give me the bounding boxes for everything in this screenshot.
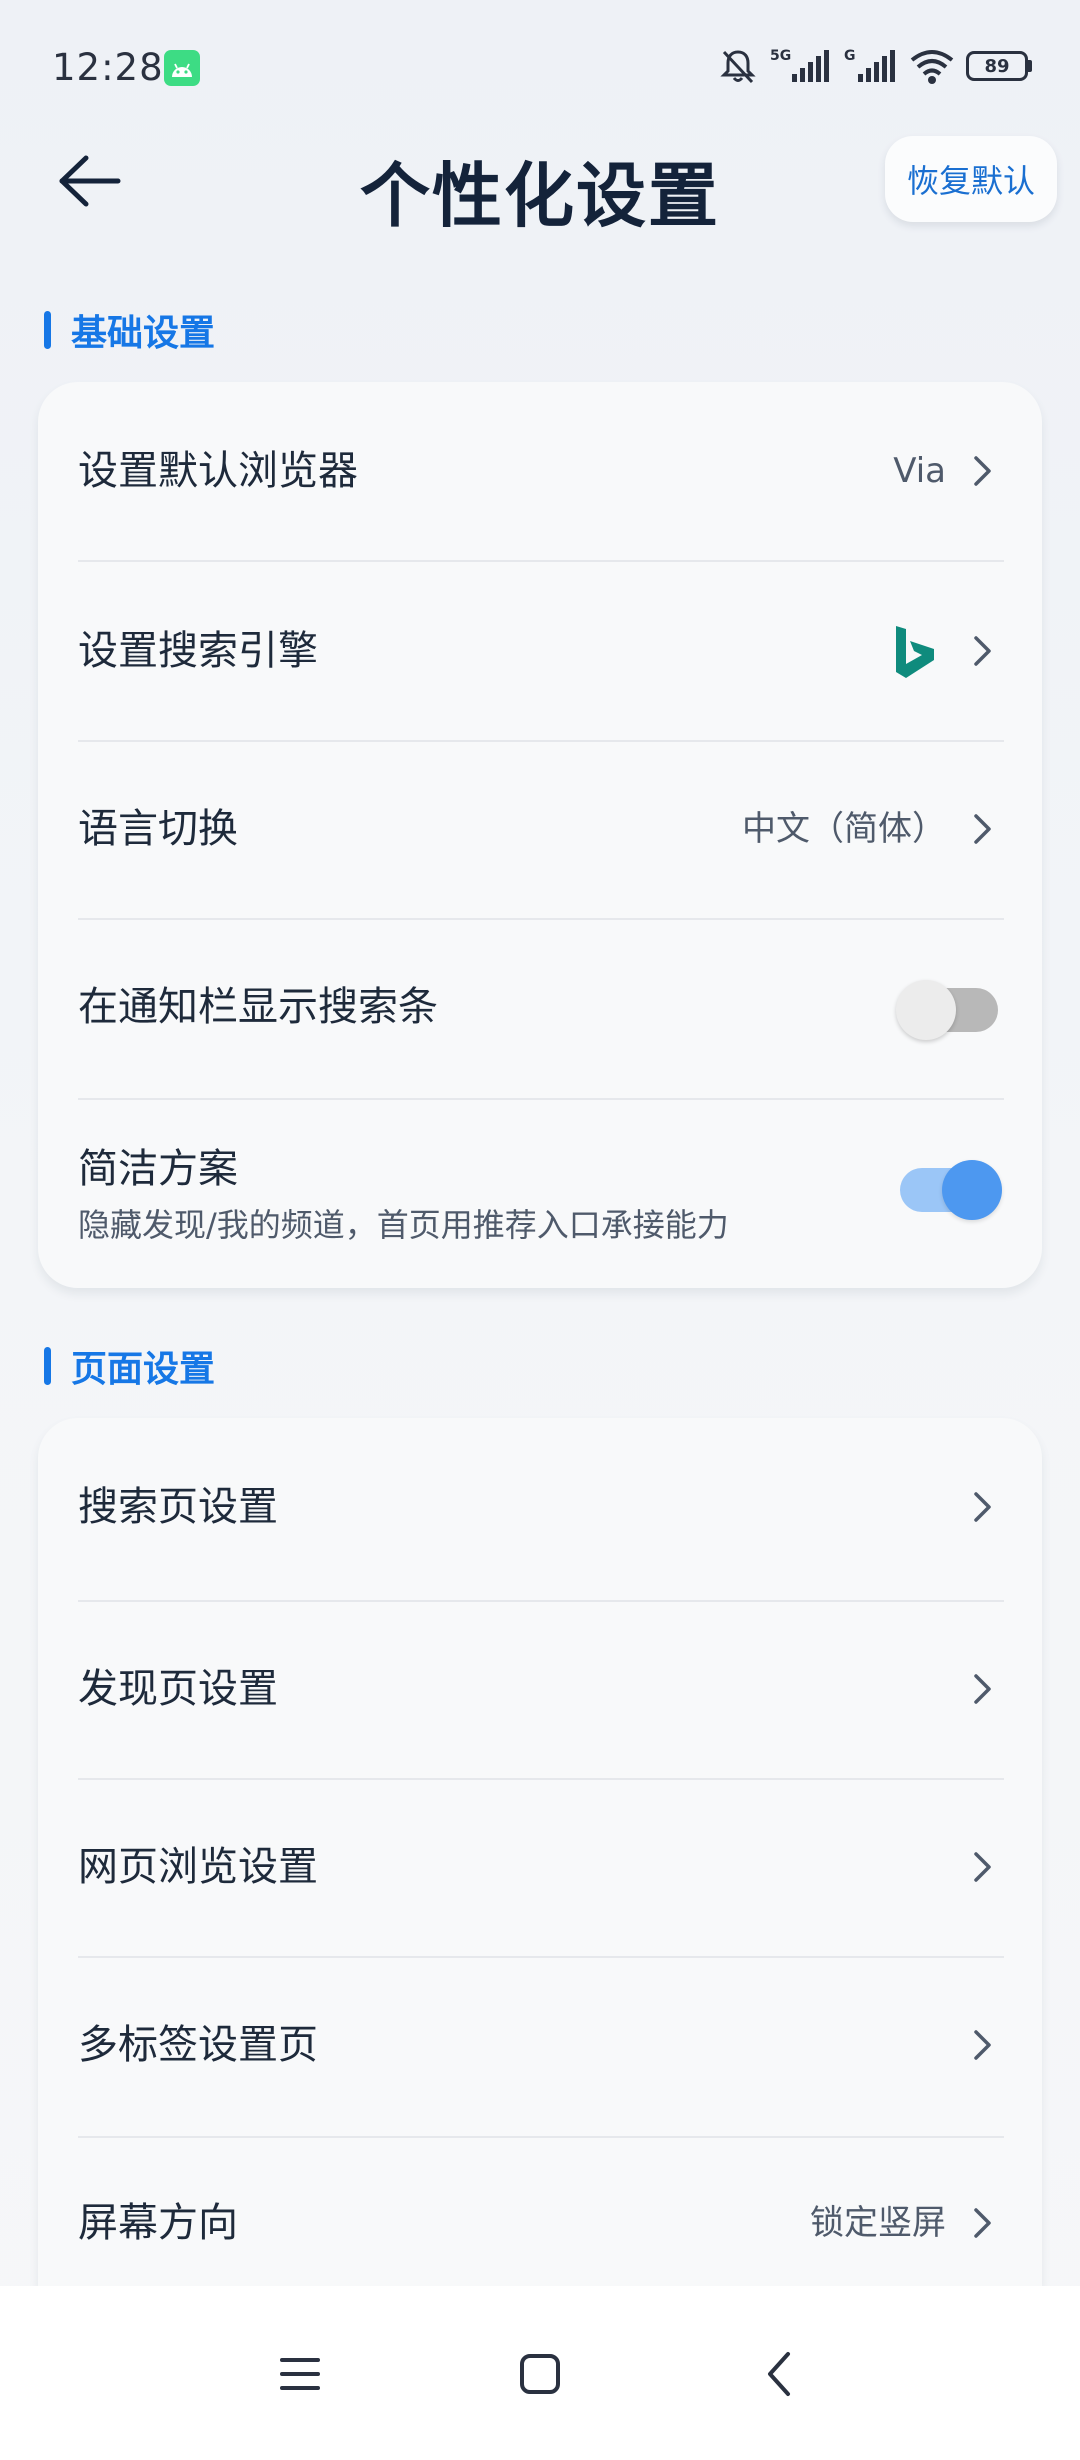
row-value: Via [893,451,946,491]
notification-search-toggle[interactable] [896,980,998,1040]
status-icons: 5G G 89 [718,44,1032,88]
wifi-icon [910,50,954,84]
battery-icon: 89 [966,51,1032,81]
row-label: 在通知栏显示搜索条 [78,984,438,1030]
simple-mode-toggle[interactable] [900,1160,1002,1220]
row-label: 网页浏览设置 [78,1844,318,1890]
chevron-right-icon [974,636,991,666]
bing-icon [896,626,934,678]
chevron-right-icon [974,1492,991,1522]
chevron-right-icon [974,2030,991,2060]
chevron-right-icon [974,1674,991,1704]
g-signal-icon: G [844,48,895,82]
row-label: 语言切换 [78,806,238,852]
menu-icon[interactable] [270,2344,330,2404]
row-web-browsing[interactable]: 网页浏览设置 [78,1778,1004,1956]
section-header-page: 页面设置 [44,1346,215,1390]
chevron-right-icon [974,1852,991,1882]
status-time: 12:28 [52,46,164,89]
chevron-right-icon [974,814,991,844]
section-accent-bar [44,311,51,349]
back-chevron-icon[interactable] [750,2344,810,2404]
toggle-knob [896,980,956,1040]
android-notification-icon [164,50,200,86]
mute-bell-icon [720,50,756,84]
row-label: 简洁方案 [78,1146,238,1192]
row-language[interactable]: 语言切换 中文（简体） [78,740,1004,918]
row-label: 搜索页设置 [78,1484,278,1530]
system-nav-bar [0,2286,1080,2460]
status-bar: 12:28 5G G 89 [0,0,1080,136]
row-notification-search-bar: 在通知栏显示搜索条 [78,918,1004,1096]
chevron-right-icon [974,2208,991,2238]
section-accent-bar [44,1347,51,1385]
section-header-basic: 基础设置 [44,310,215,354]
row-simple-mode: 简洁方案 隐藏发现/我的频道，首页用推荐入口承接能力 [78,1098,1004,1274]
row-discover-page[interactable]: 发现页设置 [78,1600,1004,1778]
5g-signal-icon: 5G [770,48,829,82]
basic-settings-card: 设置默认浏览器 Via 设置搜索引擎 语言切换 中文（简体） 在通知栏显示搜索条 [38,382,1042,1288]
restore-defaults-button[interactable]: 恢复默认 [885,136,1057,222]
chevron-right-icon [974,456,991,486]
row-search-page[interactable]: 搜索页设置 [78,1418,1004,1596]
section-label: 基础设置 [71,313,216,354]
row-value: 中文（简体） [742,809,946,849]
row-sublabel: 隐藏发现/我的频道，首页用推荐入口承接能力 [78,1206,729,1244]
row-label: 多标签设置页 [78,2022,318,2068]
toggle-knob [942,1160,1002,1220]
section-label: 页面设置 [71,1349,216,1390]
page-settings-card: 搜索页设置 发现页设置 网页浏览设置 多标签设置页 屏幕方向 锁定竖屏 [38,1418,1042,2286]
row-label: 设置默认浏览器 [78,448,358,494]
row-multi-tab[interactable]: 多标签设置页 [78,1956,1004,2134]
svg-text:G: G [844,48,856,64]
row-search-engine[interactable]: 设置搜索引擎 [78,562,1004,740]
battery-level: 89 [984,55,1010,77]
row-default-browser[interactable]: 设置默认浏览器 Via [78,382,1004,560]
home-square-icon[interactable] [510,2344,570,2404]
row-label: 发现页设置 [78,1666,278,1712]
svg-text:5G: 5G [770,48,791,64]
row-label: 设置搜索引擎 [78,628,318,674]
